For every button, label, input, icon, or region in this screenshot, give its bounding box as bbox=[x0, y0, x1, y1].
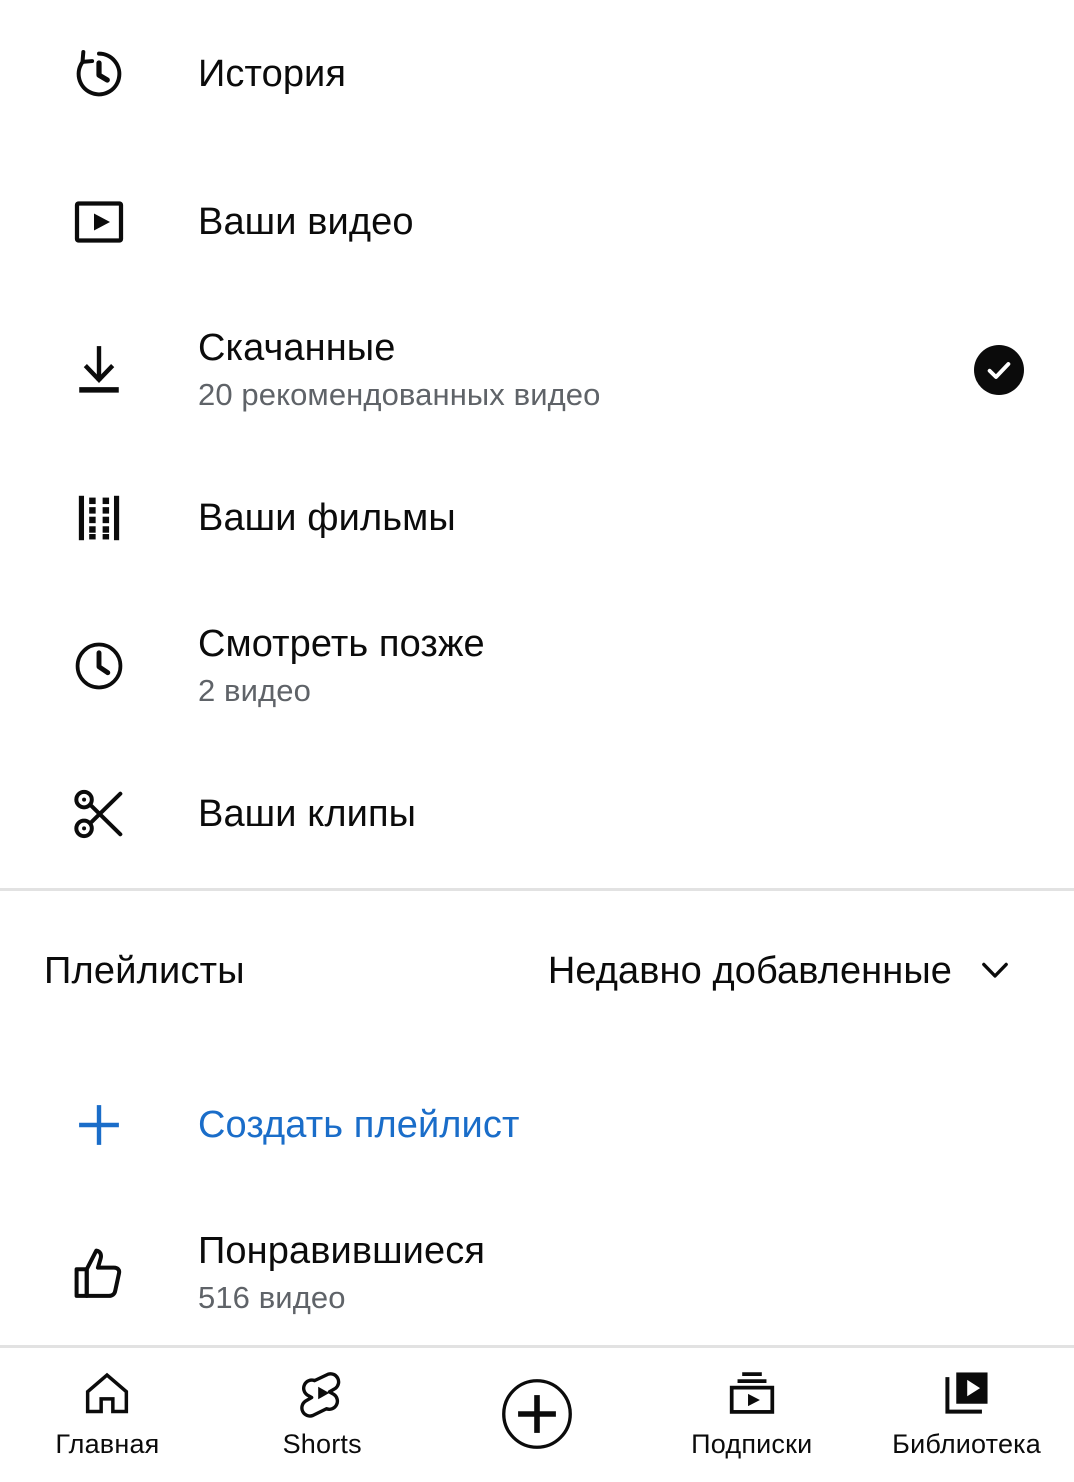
library-item-subtitle: 20 рекомендованных видео bbox=[198, 377, 601, 412]
nav-item-home[interactable]: Главная bbox=[0, 1348, 215, 1482]
library-item-trailing bbox=[924, 444, 1074, 592]
library-item-title: Ваши фильмы bbox=[198, 497, 456, 539]
bottom-navigation-bar: Главная Shorts Подписки Библиотека bbox=[0, 1345, 1074, 1482]
library-item-trailing bbox=[924, 740, 1074, 888]
your-videos-icon bbox=[0, 148, 198, 296]
chevron-down-icon bbox=[974, 948, 1016, 995]
playlists-sort-label: Недавно добавленные bbox=[547, 949, 952, 992]
create-playlist-label: Создать плейлист bbox=[198, 1104, 520, 1146]
playlists-section-header: Плейлисты Недавно добавленные bbox=[0, 891, 1074, 1051]
library-item-your-clips[interactable]: Ваши клипы bbox=[0, 740, 1074, 888]
library-item-your-videos[interactable]: Ваши видео bbox=[0, 148, 1074, 296]
nav-item-home-label: Главная bbox=[55, 1429, 160, 1459]
playlist-item-title: Понравившиеся bbox=[198, 1230, 486, 1272]
plus-icon bbox=[0, 1051, 198, 1199]
create-playlist-button[interactable]: Создать плейлист bbox=[0, 1051, 1074, 1199]
nav-item-library[interactable]: Библиотека bbox=[859, 1348, 1074, 1482]
library-item-history[interactable]: История bbox=[0, 0, 1074, 148]
library-item-trailing bbox=[924, 592, 1074, 740]
library-item-title: Ваши видео bbox=[198, 201, 414, 243]
library-item-text: Скачанные 20 рекомендованных видео bbox=[198, 323, 924, 417]
library-item-text: История bbox=[198, 49, 924, 99]
playlist-item-trailing bbox=[924, 1199, 1074, 1345]
library-item-subtitle: 2 видео bbox=[198, 673, 311, 708]
playlist-item-liked-videos[interactable]: Понравившиеся 516 видео bbox=[0, 1199, 1074, 1345]
library-item-text: Ваши видео bbox=[198, 197, 924, 247]
library-item-text: Ваши фильмы bbox=[198, 493, 924, 543]
playlist-item-subtitle: 516 видео bbox=[198, 1280, 346, 1315]
nav-item-create[interactable] bbox=[430, 1348, 645, 1482]
create-playlist-trailing bbox=[924, 1051, 1074, 1199]
library-item-watch-later[interactable]: Смотреть позже 2 видео bbox=[0, 592, 1074, 740]
subscriptions-icon bbox=[724, 1364, 780, 1422]
clock-icon bbox=[0, 592, 198, 740]
library-item-title: История bbox=[198, 53, 347, 95]
library-item-downloads[interactable]: Скачанные 20 рекомендованных видео bbox=[0, 296, 1074, 444]
film-strip-icon bbox=[0, 444, 198, 592]
library-item-trailing bbox=[924, 148, 1074, 296]
nav-item-shorts-label: Shorts bbox=[282, 1429, 362, 1459]
nav-item-subscriptions[interactable]: Подписки bbox=[644, 1348, 859, 1482]
download-icon bbox=[0, 296, 198, 444]
nav-item-subscriptions-label: Подписки bbox=[691, 1429, 813, 1459]
library-item-title: Ваши клипы bbox=[198, 793, 417, 835]
library-item-trailing bbox=[924, 296, 1074, 444]
check-circle-icon bbox=[974, 345, 1024, 395]
create-plus-circle-icon bbox=[495, 1364, 579, 1464]
library-item-title: Скачанные bbox=[198, 327, 396, 369]
home-icon bbox=[80, 1364, 134, 1422]
library-icon bbox=[939, 1364, 995, 1422]
library-item-your-movies[interactable]: Ваши фильмы bbox=[0, 444, 1074, 592]
thumbs-up-icon bbox=[0, 1199, 198, 1345]
playlists-sort-button[interactable]: Недавно добавленные bbox=[548, 948, 1044, 995]
create-playlist-text: Создать плейлист bbox=[198, 1100, 924, 1150]
shorts-icon bbox=[295, 1364, 349, 1422]
library-item-text: Ваши клипы bbox=[198, 789, 924, 839]
library-item-title: Смотреть позже bbox=[198, 623, 485, 665]
history-icon bbox=[0, 0, 198, 148]
playlists-title: Плейлисты bbox=[44, 949, 245, 992]
youtube-library-screen: История Ваши видео Скачанные 20 рекоменд… bbox=[0, 0, 1074, 1482]
nav-item-library-label: Библиотека bbox=[892, 1429, 1041, 1459]
nav-item-shorts[interactable]: Shorts bbox=[215, 1348, 430, 1482]
library-item-trailing bbox=[924, 0, 1074, 148]
library-item-text: Смотреть позже 2 видео bbox=[198, 619, 924, 713]
playlist-item-text: Понравившиеся 516 видео bbox=[198, 1226, 924, 1320]
scissors-icon bbox=[0, 740, 198, 888]
library-scroll-area[interactable]: История Ваши видео Скачанные 20 рекоменд… bbox=[0, 0, 1074, 1345]
